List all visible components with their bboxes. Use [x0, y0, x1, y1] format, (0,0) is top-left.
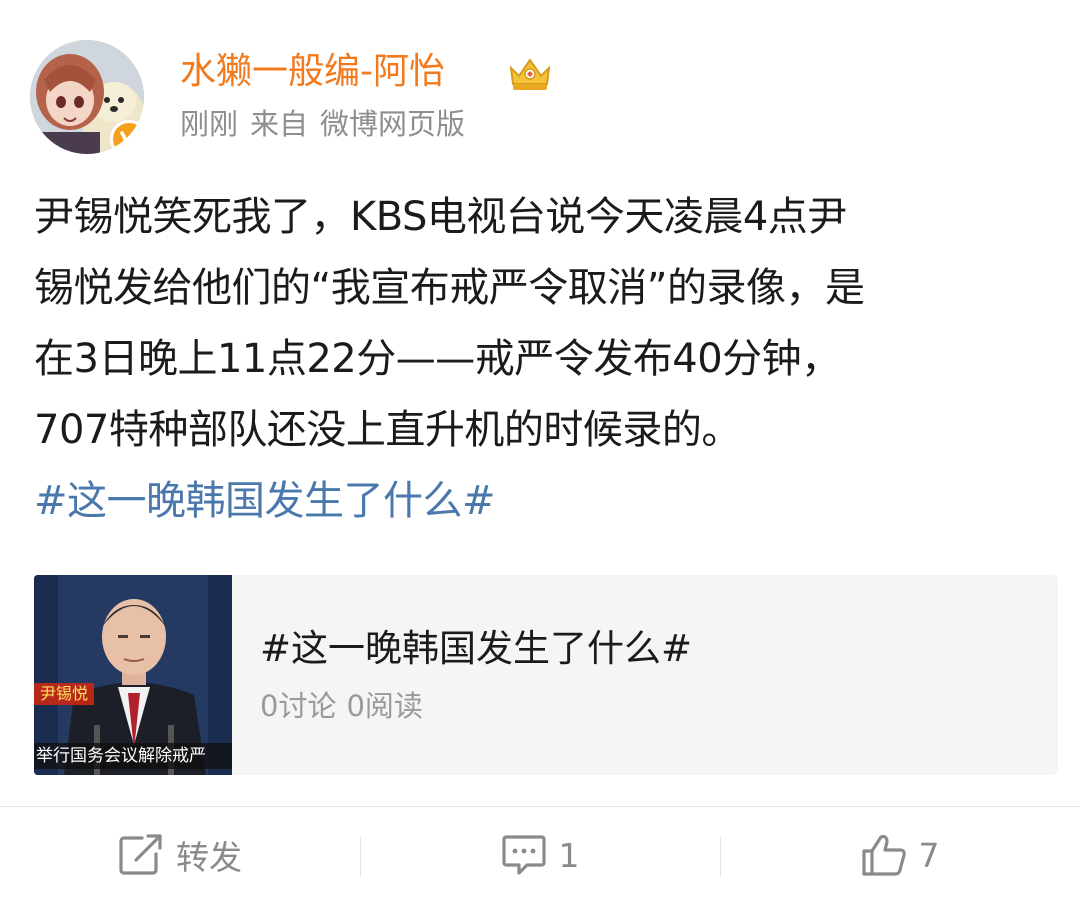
thumbnail-caption: 举行国务会议解除戒严: [34, 743, 232, 769]
post-line: 锡悦发给他们的“我宣布戒严令取消”的录像，是: [34, 265, 865, 311]
post-header: 水獭一般编-阿怡 刚刚 来自 微博网页版: [30, 40, 1050, 160]
thumbs-up-icon: [861, 834, 906, 876]
post-meta: 刚刚 来自 微博网页版: [180, 104, 477, 144]
crown-badge-icon[interactable]: [505, 54, 555, 94]
username[interactable]: 水獭一般编-阿怡: [180, 48, 445, 96]
post-line: 707特种部队还没上直升机的时候录的。: [34, 407, 741, 453]
post-time: 刚刚: [180, 107, 239, 141]
comment-icon: [501, 835, 546, 875]
like-button[interactable]: 7: [720, 807, 1080, 903]
like-count: 7: [918, 835, 940, 875]
action-bar: 转发 1 7: [0, 807, 1080, 903]
thumbnail-tag: 尹锡悦: [34, 683, 95, 705]
repost-button[interactable]: 转发: [0, 807, 360, 903]
post-source[interactable]: 微博网页版: [320, 107, 465, 141]
hashtag-link[interactable]: #这一晚韩国发生了什么#: [34, 466, 1044, 537]
post-line: 在3日晚上11点22分——戒严令发布40分钟，: [34, 336, 841, 382]
source-prefix: 来自: [250, 107, 309, 141]
verified-v-icon: [110, 120, 144, 154]
post-line: 尹锡悦笑死我了，KBS电视台说今天凌晨4点尹: [34, 194, 847, 240]
comment-count: 1: [558, 835, 580, 875]
post-body: 尹锡悦笑死我了，KBS电视台说今天凌晨4点尹 锡悦发给他们的“我宣布戒严令取消”…: [34, 182, 1044, 537]
topic-card[interactable]: 尹锡悦 举行国务会议解除戒严 #这一晚韩国发生了什么# 0讨论 0阅读: [34, 575, 1058, 775]
avatar[interactable]: [30, 40, 144, 154]
discussion-count: 0讨论: [260, 689, 337, 723]
repost-label: 转发: [176, 838, 242, 877]
topic-thumbnail: 尹锡悦 举行国务会议解除戒严: [34, 575, 232, 775]
read-count: 0阅读: [346, 689, 423, 723]
repost-icon: [119, 834, 162, 875]
topic-stats: 0讨论 0阅读: [260, 686, 433, 726]
comment-button[interactable]: 1: [360, 807, 720, 903]
topic-title[interactable]: #这一晚韩国发生了什么#: [260, 625, 692, 673]
